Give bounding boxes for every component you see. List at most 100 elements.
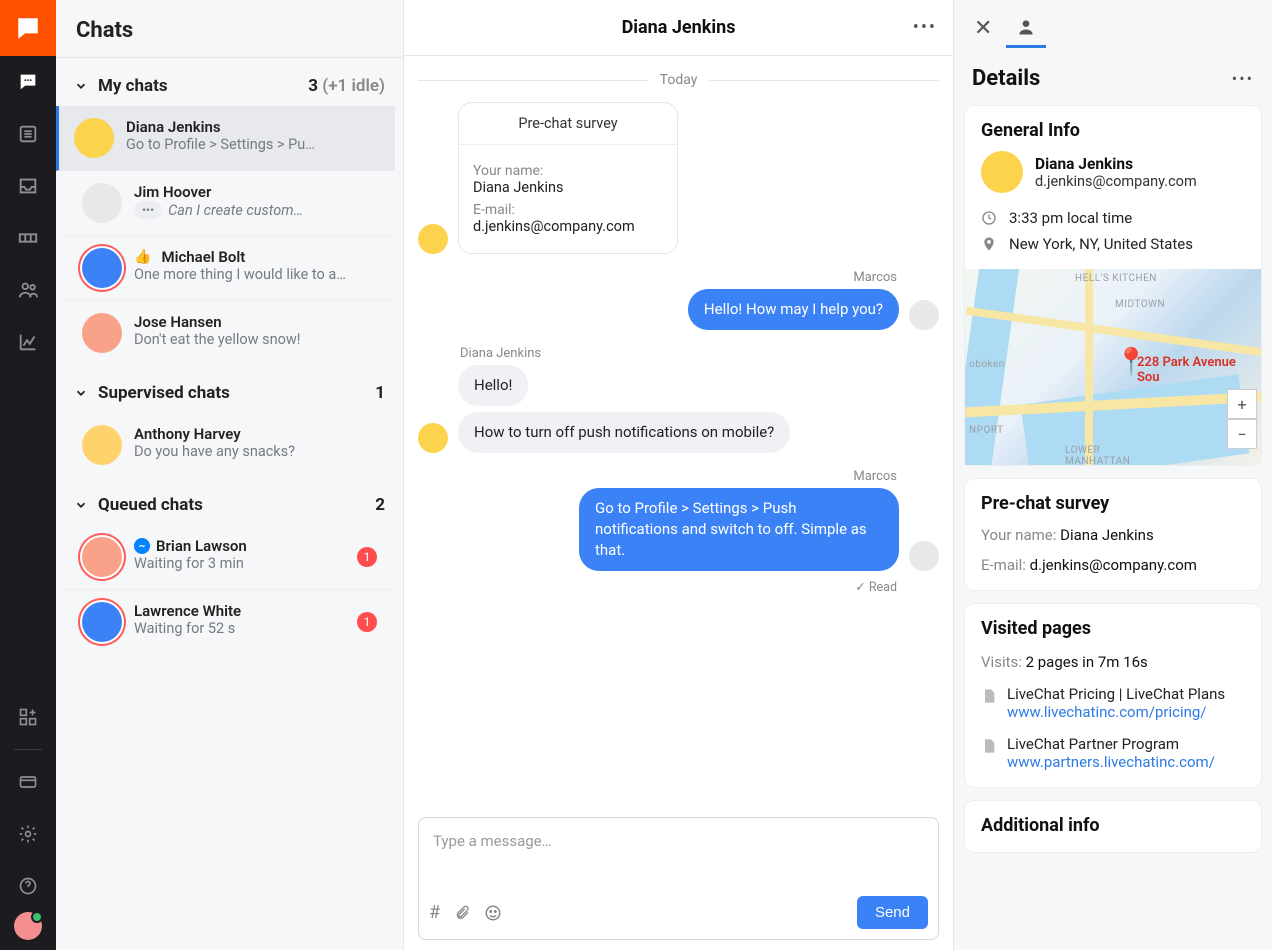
avatar <box>418 224 448 254</box>
tab-customer[interactable] <box>1006 9 1046 48</box>
chat-item-michael[interactable]: 👍 Michael Bolt One more thing I would lik… <box>64 236 395 301</box>
chat-list-sidebar: Chats My chats 3 (+1 idle) Diana Jenkins… <box>56 0 404 950</box>
more-icon[interactable]: ••• <box>1232 69 1254 88</box>
send-button[interactable]: Send <box>857 896 928 929</box>
chat-item-preview: Waiting for 3 min <box>134 555 345 572</box>
card-title: General Info <box>965 106 1261 151</box>
chat-item-name: Diana Jenkins <box>126 118 377 136</box>
survey-name-value: Diana Jenkins <box>473 179 663 196</box>
page-title: LiveChat Partner Program <box>1007 735 1215 753</box>
survey-email-label: E-mail: <box>473 202 663 218</box>
details-panel: ✕ Details ••• General Info Diana Jenkins… <box>954 0 1272 950</box>
message-sender: Marcos <box>418 270 897 285</box>
conversation-header: Diana Jenkins ••• <box>404 0 953 56</box>
app-logo[interactable] <box>0 0 56 56</box>
zoom-out-button[interactable]: − <box>1227 419 1257 449</box>
local-time: 3:33 pm local time <box>1009 209 1132 227</box>
chat-item-brian[interactable]: ~Brian Lawson Waiting for 3 min 1 <box>64 525 395 590</box>
nav-profile-avatar[interactable] <box>14 912 42 940</box>
section-queued[interactable]: Queued chats 2 <box>56 477 403 525</box>
survey-title: Pre-chat survey <box>459 103 677 145</box>
avatar <box>82 183 122 223</box>
visits-value: 2 pages in 7m 16s <box>1026 653 1148 671</box>
avatar <box>74 118 114 158</box>
nav-tickets-icon[interactable] <box>0 212 56 264</box>
messenger-icon: ~ <box>134 538 150 554</box>
additional-info-card: Additional info <box>964 800 1262 853</box>
nav-apps-icon[interactable] <box>0 691 56 743</box>
visited-page[interactable]: LiveChat Partner Programwww.partners.liv… <box>965 731 1261 787</box>
hashtag-icon[interactable]: # <box>429 902 440 923</box>
nav-chats-icon[interactable] <box>0 56 56 108</box>
section-my-chats[interactable]: My chats 3 (+1 idle) <box>56 58 403 106</box>
thumbs-up-icon: 👍 <box>134 249 151 265</box>
customer-name: Diana Jenkins <box>1035 155 1197 173</box>
message-visitor: How to turn off push notifications on mo… <box>458 412 790 453</box>
message-sender: Marcos <box>418 469 897 484</box>
location-map[interactable]: HELL'S KITCHEN MIDTOWN oboken NPORT LOWE… <box>965 269 1261 465</box>
page-url: www.partners.livechatinc.com/ <box>1007 753 1215 771</box>
page-icon <box>981 735 997 771</box>
more-icon[interactable]: ••• <box>913 17 937 38</box>
chat-item-name: Michael Bolt <box>161 248 245 266</box>
section-idle: (+1 idle) <box>322 76 385 96</box>
nav-reports-icon[interactable] <box>0 316 56 368</box>
read-receipt: ✓ Read <box>418 579 897 595</box>
general-info-card: General Info Diana Jenkins d.jenkins@com… <box>964 105 1262 466</box>
details-title: Details <box>972 66 1040 91</box>
chevron-down-icon <box>74 386 88 400</box>
avatar <box>82 313 122 353</box>
section-count: 2 <box>375 495 385 515</box>
nav-settings-icon[interactable] <box>0 808 56 860</box>
nav-help-icon[interactable] <box>0 860 56 912</box>
nav-inbox-icon[interactable] <box>0 160 56 212</box>
section-supervised[interactable]: Supervised chats 1 <box>56 365 403 413</box>
nav-list-icon[interactable] <box>0 108 56 160</box>
avatar <box>418 423 448 453</box>
emoji-icon[interactable] <box>484 904 502 922</box>
chat-item-name: Jose Hansen <box>134 313 377 331</box>
avatar <box>82 425 122 465</box>
page-icon <box>981 685 997 721</box>
typing-indicator-icon: ••• <box>134 201 162 219</box>
chat-item-jose[interactable]: Jose Hansen Don't eat the yellow snow! <box>64 301 395 365</box>
chat-item-preview: Waiting for 52 s <box>134 620 345 637</box>
message-composer: Type a message… # Send <box>418 817 939 940</box>
survey-email-label: E-mail: <box>981 556 1026 574</box>
avatar <box>909 541 939 571</box>
customer-email: d.jenkins@company.com <box>1035 173 1197 190</box>
chat-item-jim[interactable]: Jim Hoover •••Can I create custom… <box>64 171 395 236</box>
page-title: LiveChat Pricing | LiveChat Plans <box>1007 685 1225 703</box>
survey-name-label: Your name: <box>473 163 663 179</box>
section-count: 1 <box>375 383 385 403</box>
section-count: 3 <box>308 76 318 96</box>
survey-name-value: Diana Jenkins <box>1060 526 1154 544</box>
map-pin-label: 228 Park Avenue Sou <box>1137 355 1261 385</box>
chat-item-anthony[interactable]: Anthony Harvey Do you have any snacks? <box>64 413 395 477</box>
card-title: Additional info <box>965 801 1261 852</box>
nav-billing-icon[interactable] <box>0 756 56 808</box>
zoom-in-button[interactable]: + <box>1227 389 1257 419</box>
message-sender: Diana Jenkins <box>460 346 939 361</box>
chat-item-diana[interactable]: Diana Jenkins Go to Profile > Settings >… <box>56 106 395 171</box>
unread-badge: 1 <box>357 612 377 632</box>
chat-item-preview: Can I create custom… <box>168 202 303 219</box>
chat-item-lawrence[interactable]: Lawrence White Waiting for 52 s 1 <box>64 590 395 654</box>
prechat-survey-card: Pre-chat survey Your name: Diana Jenkins… <box>964 478 1262 591</box>
chat-item-preview: One more thing I would like to a… <box>134 266 377 283</box>
survey-name-label: Your name: <box>981 526 1056 544</box>
visited-page[interactable]: LiveChat Pricing | LiveChat Planswww.liv… <box>965 681 1261 731</box>
nav-people-icon[interactable] <box>0 264 56 316</box>
message-input[interactable]: Type a message… <box>419 818 938 890</box>
location: New York, NY, United States <box>1009 235 1193 253</box>
sidebar-title: Chats <box>56 0 403 58</box>
message-agent: Hello! How may I help you? <box>688 289 899 330</box>
close-icon[interactable]: ✕ <box>968 10 998 47</box>
attachment-icon[interactable] <box>454 905 470 921</box>
section-label: Queued chats <box>98 495 203 515</box>
avatar <box>981 151 1023 193</box>
section-label: Supervised chats <box>98 383 230 403</box>
card-title: Pre-chat survey <box>965 479 1261 524</box>
conversation-panel: Diana Jenkins ••• Today Pre-chat survey … <box>404 0 954 950</box>
chat-item-preview: Go to Profile > Settings > Pu… <box>126 136 377 153</box>
